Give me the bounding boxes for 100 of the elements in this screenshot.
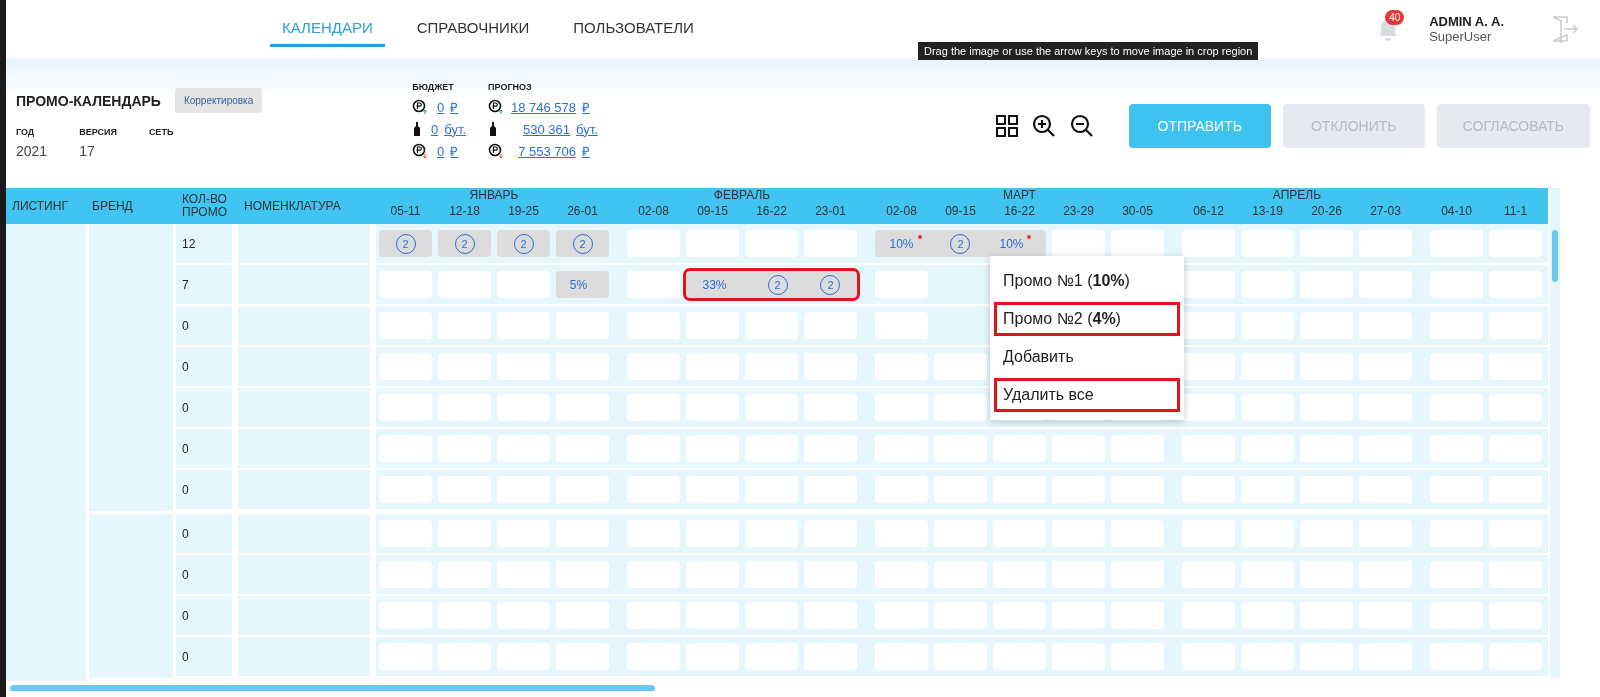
week-cell[interactable] xyxy=(556,602,609,629)
week-cell[interactable] xyxy=(686,312,739,339)
week-cell[interactable] xyxy=(1052,476,1105,503)
unit-link[interactable]: ₽ xyxy=(582,142,591,160)
week-cell[interactable] xyxy=(875,312,928,339)
week-cell[interactable] xyxy=(627,230,680,257)
week-cell[interactable] xyxy=(627,312,680,339)
week-cell[interactable] xyxy=(1359,602,1412,629)
total-value[interactable]: 18 746 578 xyxy=(510,99,577,115)
week-cell[interactable] xyxy=(745,312,798,339)
week-cell[interactable] xyxy=(379,476,432,503)
week-cell[interactable] xyxy=(1111,230,1164,257)
week-cell[interactable] xyxy=(993,602,1046,629)
zoom-in-icon[interactable] xyxy=(1030,113,1057,139)
grid-view-icon[interactable] xyxy=(994,114,1019,138)
week-cell[interactable] xyxy=(1300,312,1353,339)
week-cell[interactable] xyxy=(379,435,432,462)
week-cell[interactable] xyxy=(804,643,857,670)
week-cell[interactable] xyxy=(934,435,987,462)
week-cell[interactable] xyxy=(804,561,857,588)
week-cell[interactable] xyxy=(745,394,798,421)
week-cell[interactable] xyxy=(1359,230,1412,257)
week-cell[interactable] xyxy=(556,561,609,588)
promo-cell[interactable]: 5% xyxy=(556,271,609,298)
week-cell[interactable] xyxy=(1430,476,1483,503)
week-cell[interactable] xyxy=(934,353,987,380)
week-cell[interactable] xyxy=(379,271,432,298)
week-cell[interactable] xyxy=(1241,602,1294,629)
week-cell[interactable] xyxy=(934,394,987,421)
week-cell[interactable] xyxy=(1111,476,1164,503)
week-cell[interactable] xyxy=(1182,312,1235,339)
total-value[interactable]: 0 xyxy=(434,143,445,159)
week-cell[interactable] xyxy=(1489,271,1542,298)
week-cell[interactable] xyxy=(1241,643,1294,670)
unit-link[interactable]: ₽ xyxy=(450,142,459,160)
week-cell[interactable] xyxy=(1430,353,1483,380)
week-cell[interactable] xyxy=(993,476,1046,503)
week-cell[interactable] xyxy=(1241,353,1294,380)
week-cell[interactable] xyxy=(686,353,739,380)
week-cell[interactable] xyxy=(1300,271,1353,298)
week-cell[interactable] xyxy=(497,476,550,503)
nav-tab[interactable]: КАЛЕНДАРИ xyxy=(270,11,385,47)
week-cell[interactable] xyxy=(1489,394,1542,421)
week-cell[interactable] xyxy=(556,476,609,503)
week-cell[interactable] xyxy=(379,643,432,670)
week-cell[interactable] xyxy=(745,561,798,588)
unit-link[interactable]: бут. xyxy=(444,121,467,137)
week-cell[interactable] xyxy=(1052,520,1105,547)
week-cell[interactable] xyxy=(1300,353,1353,380)
nav-tab[interactable]: СПРАВОЧНИКИ xyxy=(404,11,542,47)
week-cell[interactable] xyxy=(556,353,609,380)
week-cell[interactable] xyxy=(686,476,739,503)
week-cell[interactable] xyxy=(1300,643,1353,670)
week-cell[interactable] xyxy=(875,602,928,629)
week-cell[interactable] xyxy=(1489,520,1542,547)
week-cell[interactable] xyxy=(745,476,798,503)
week-cell[interactable] xyxy=(875,353,928,380)
week-cell[interactable] xyxy=(745,520,798,547)
week-cell[interactable] xyxy=(438,312,491,339)
total-value[interactable]: 0 xyxy=(434,99,445,115)
week-cell[interactable] xyxy=(1182,271,1235,298)
week-cell[interactable] xyxy=(1300,561,1353,588)
week-cell[interactable] xyxy=(1430,561,1483,588)
week-cell[interactable] xyxy=(686,230,739,257)
menu-item[interactable]: Промо №1 (10%) xyxy=(994,264,1180,298)
promo-cell[interactable]: 2 xyxy=(497,230,550,257)
week-cell[interactable] xyxy=(1182,230,1235,257)
week-cell[interactable] xyxy=(1489,561,1542,588)
week-cell[interactable] xyxy=(1430,643,1483,670)
week-cell[interactable] xyxy=(556,394,609,421)
week-cell[interactable] xyxy=(1300,602,1353,629)
menu-item[interactable]: Промо №2 (4%) xyxy=(994,302,1180,336)
week-cell[interactable] xyxy=(1052,643,1105,670)
week-cell[interactable] xyxy=(379,561,432,588)
week-cell[interactable] xyxy=(438,520,491,547)
zoom-out-icon[interactable] xyxy=(1068,113,1095,139)
unit-link[interactable]: бут. xyxy=(576,121,598,137)
week-cell[interactable] xyxy=(993,643,1046,670)
week-cell[interactable] xyxy=(1111,602,1164,629)
week-cell[interactable] xyxy=(875,561,928,588)
week-cell[interactable] xyxy=(875,271,928,298)
week-cell[interactable] xyxy=(686,520,739,547)
week-cell[interactable] xyxy=(1430,312,1483,339)
week-cell[interactable] xyxy=(934,561,987,588)
week-cell[interactable] xyxy=(1241,476,1294,503)
week-cell[interactable] xyxy=(875,435,928,462)
week-cell[interactable] xyxy=(379,520,432,547)
week-cell[interactable] xyxy=(1300,520,1353,547)
week-cell[interactable] xyxy=(1241,230,1294,257)
week-cell[interactable] xyxy=(1111,561,1164,588)
week-cell[interactable] xyxy=(1182,520,1235,547)
week-cell[interactable] xyxy=(686,561,739,588)
week-cell[interactable] xyxy=(1430,394,1483,421)
week-cell[interactable] xyxy=(1052,561,1105,588)
week-cell[interactable] xyxy=(745,353,798,380)
week-cell[interactable] xyxy=(1182,353,1235,380)
nav-tab[interactable]: ПОЛЬЗОВАТЕЛИ xyxy=(561,11,706,47)
week-cell[interactable] xyxy=(1359,520,1412,547)
week-cell[interactable] xyxy=(686,394,739,421)
week-cell[interactable] xyxy=(1111,520,1164,547)
